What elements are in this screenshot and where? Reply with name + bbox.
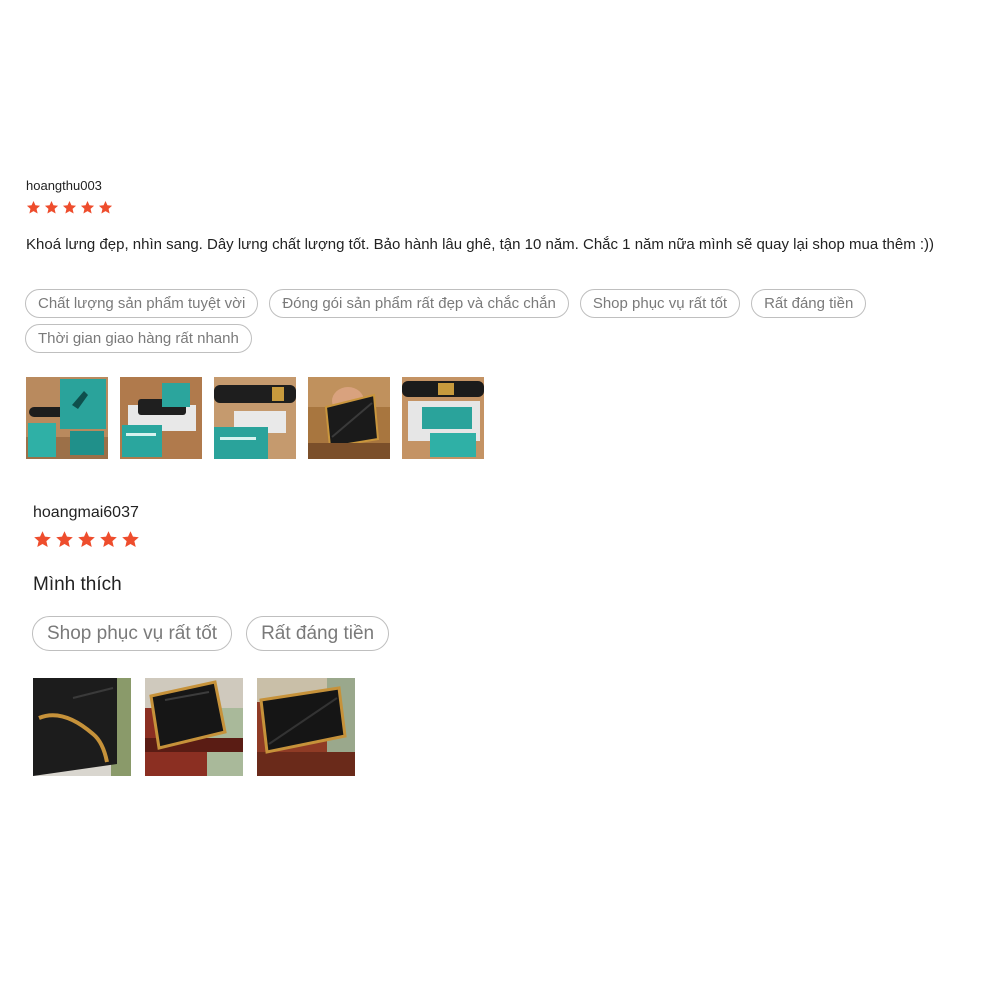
review-tag: Shop phục vụ rất tốt bbox=[32, 616, 233, 651]
star-icon bbox=[80, 200, 95, 215]
star-icon bbox=[44, 200, 59, 215]
reviewer-username[interactable]: hoangmai6037 bbox=[33, 504, 139, 522]
review-photo-thumbnail[interactable] bbox=[120, 377, 202, 459]
review-tag: Đóng gói sản phẩm rất đẹp và chắc chắn bbox=[269, 289, 569, 318]
star-icon bbox=[62, 200, 77, 215]
star-icon bbox=[99, 530, 118, 549]
star-icon bbox=[121, 530, 140, 549]
review-photos bbox=[26, 377, 484, 459]
review-tags: Chất lượng sản phẩm tuyệt vời Đóng gói s… bbox=[25, 289, 965, 353]
star-rating bbox=[26, 200, 113, 215]
review-photo-thumbnail[interactable] bbox=[402, 377, 484, 459]
star-icon bbox=[98, 200, 113, 215]
star-icon bbox=[26, 200, 41, 215]
review-comment: Khoá lưng đẹp, nhìn sang. Dây lưng chất … bbox=[26, 236, 935, 253]
star-rating bbox=[33, 530, 140, 549]
review-photo-thumbnail[interactable] bbox=[257, 678, 355, 776]
review-tag: Chất lượng sản phẩm tuyệt vời bbox=[25, 289, 259, 318]
review-tag: Shop phục vụ rất tốt bbox=[579, 289, 741, 318]
star-icon bbox=[77, 530, 96, 549]
reviewer-username[interactable]: hoangthu003 bbox=[26, 178, 102, 193]
review-photo-thumbnail[interactable] bbox=[145, 678, 243, 776]
review-photo-thumbnail[interactable] bbox=[33, 678, 131, 776]
review-photo-thumbnail[interactable] bbox=[26, 377, 108, 459]
review-tag: Thời gian giao hàng rất nhanh bbox=[25, 324, 252, 353]
review-tag: Rất đáng tiền bbox=[751, 289, 867, 318]
review-photo-thumbnail[interactable] bbox=[214, 377, 296, 459]
review-photo-thumbnail[interactable] bbox=[308, 377, 390, 459]
star-icon bbox=[33, 530, 52, 549]
star-icon bbox=[55, 530, 74, 549]
review-comment: Mình thích bbox=[33, 574, 122, 595]
review-photos bbox=[33, 678, 355, 776]
review-tags: Shop phục vụ rất tốt Rất đáng tiền bbox=[32, 616, 932, 651]
review-tag: Rất đáng tiền bbox=[246, 616, 390, 651]
